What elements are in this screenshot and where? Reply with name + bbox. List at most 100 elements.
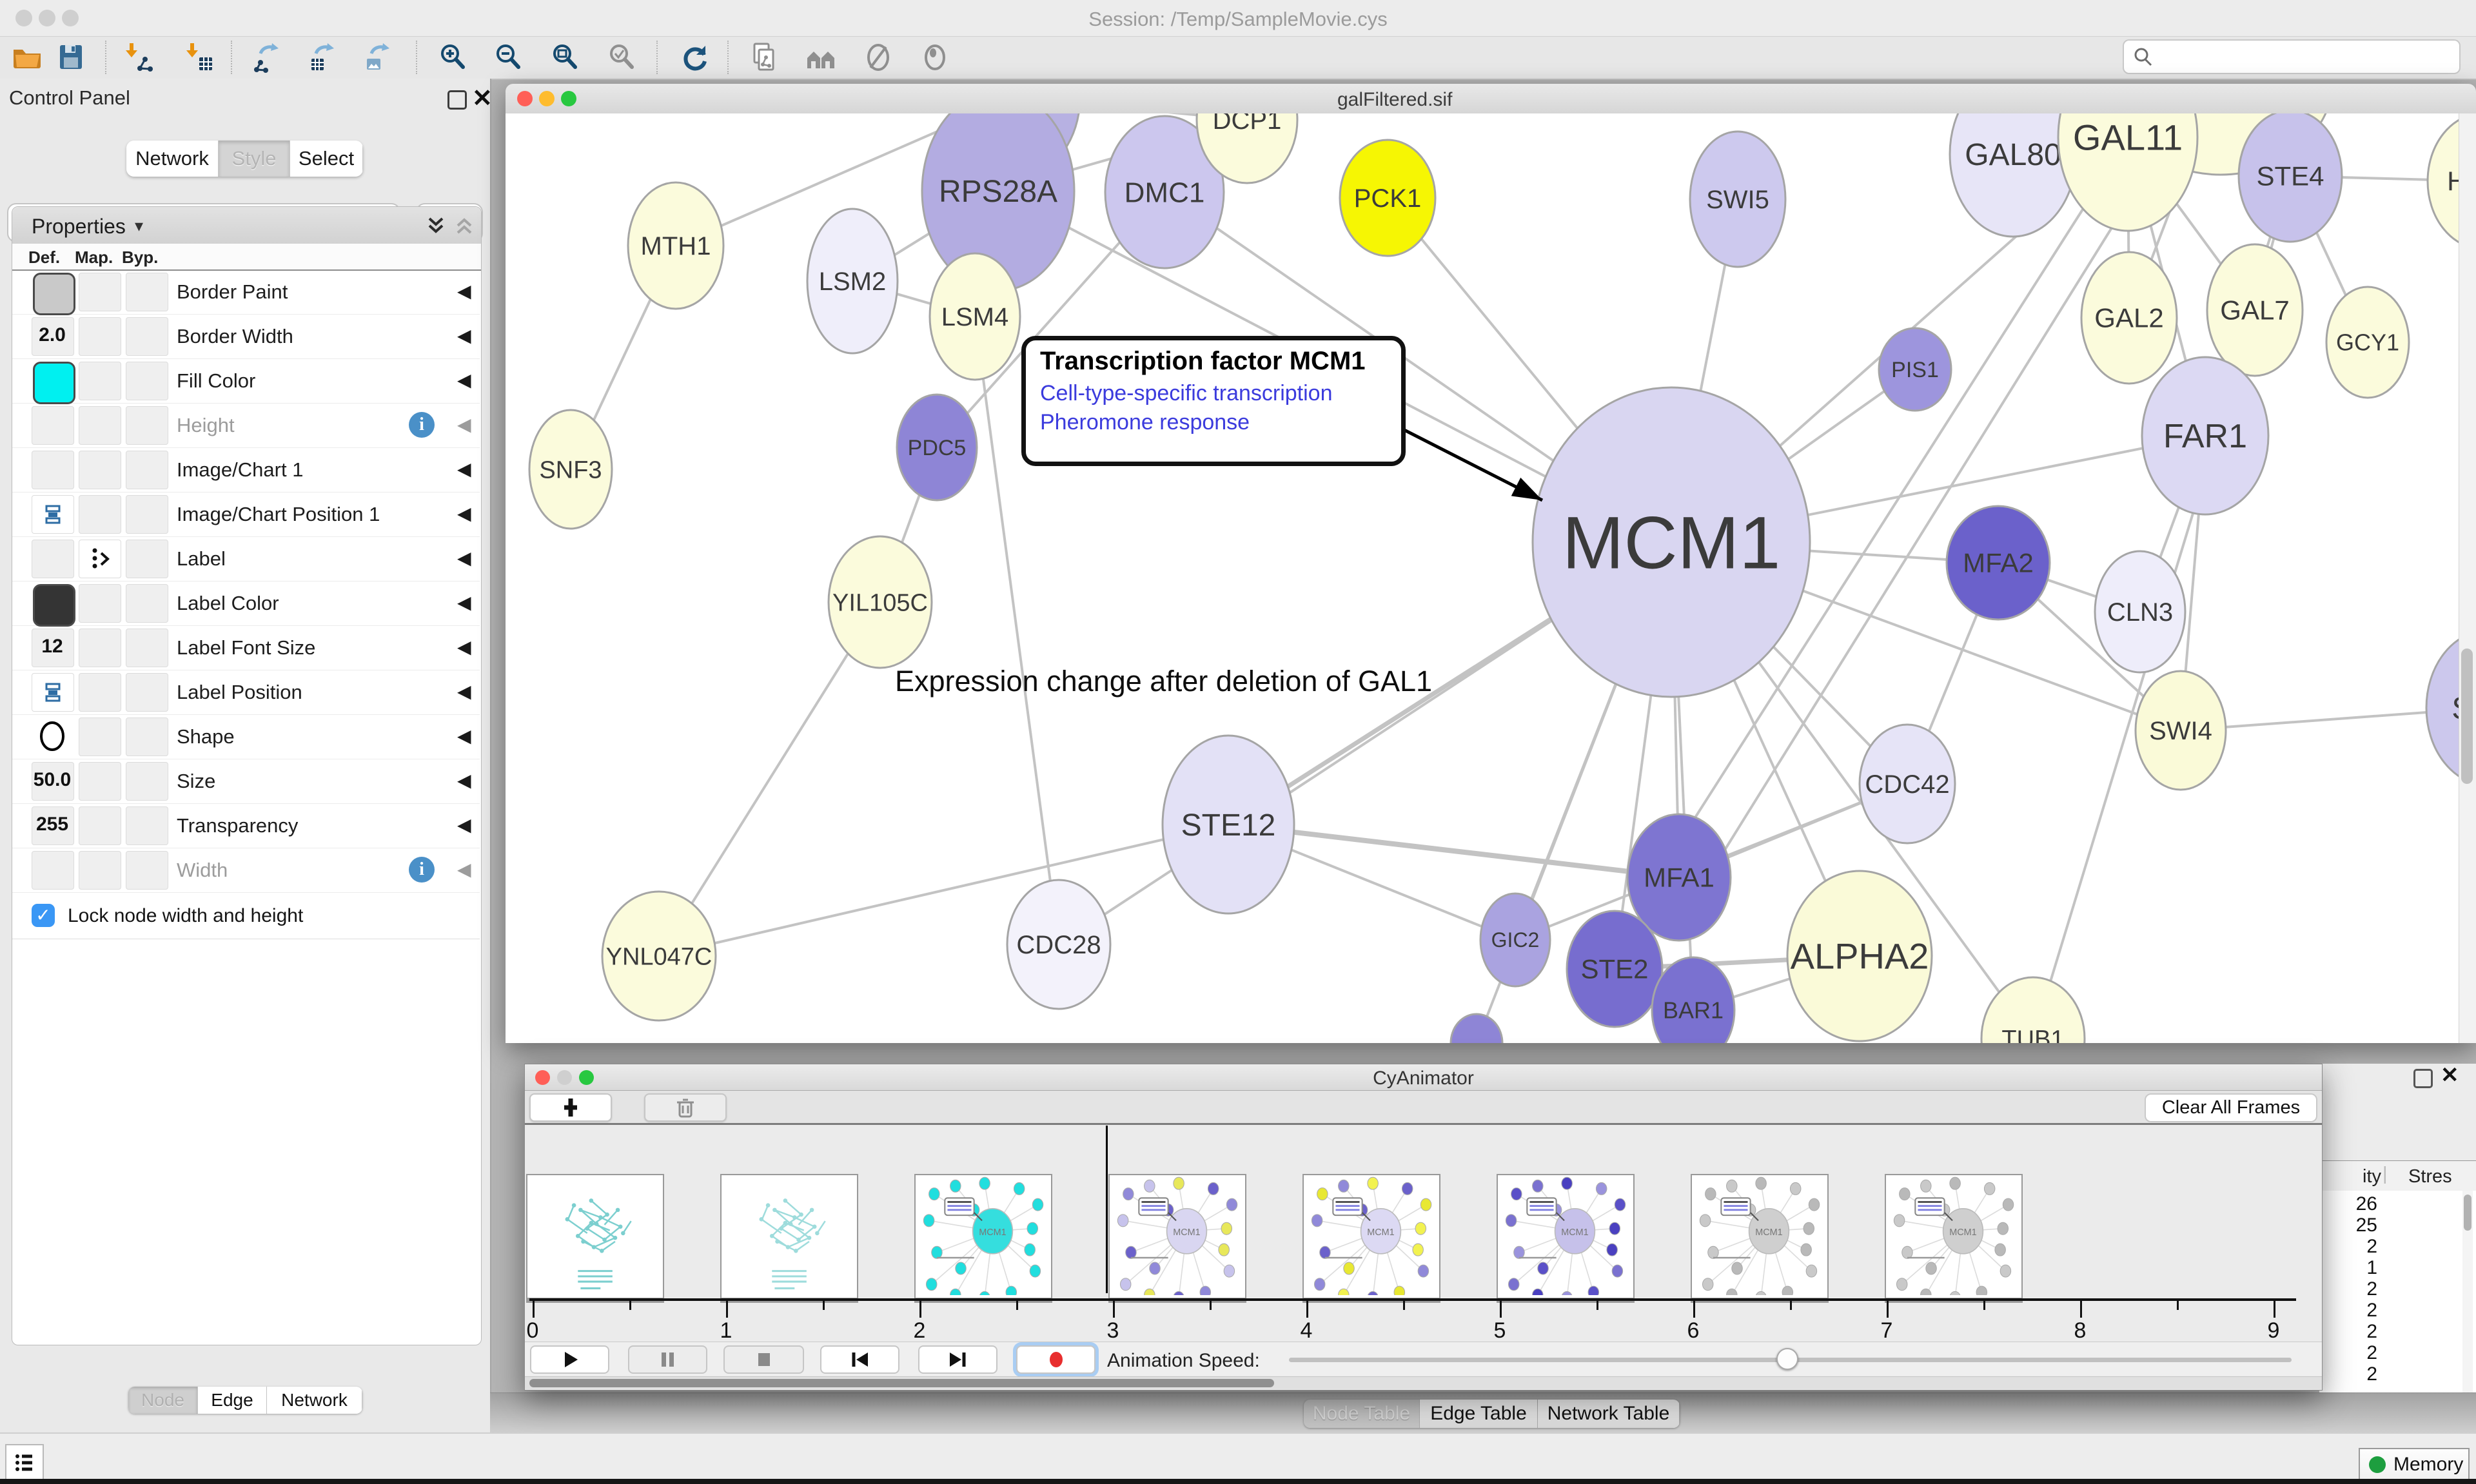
expand-property-icon[interactable]: ◀	[457, 636, 471, 658]
expand-property-icon[interactable]: ◀	[457, 369, 471, 391]
pause-button[interactable]	[628, 1345, 707, 1374]
add-frame-button[interactable]	[529, 1093, 612, 1122]
show-all-icon[interactable]	[919, 42, 950, 73]
network-node-MFA2[interactable]: MFA2	[1947, 506, 2050, 620]
step-forward-button[interactable]	[918, 1345, 997, 1374]
default-swatch[interactable]	[33, 584, 75, 627]
import-network-icon[interactable]	[123, 42, 154, 73]
expand-property-icon[interactable]: ◀	[457, 592, 471, 613]
tab-edge[interactable]: Edge	[198, 1387, 267, 1414]
default-value[interactable]: 255	[31, 814, 74, 835]
network-vertical-scrollbar[interactable]	[2459, 113, 2476, 1043]
show-panels-button[interactable]	[5, 1444, 44, 1481]
export-table-icon[interactable]	[308, 42, 339, 73]
expand-property-icon[interactable]: ◀	[457, 414, 471, 435]
network-canvas[interactable]: RPS28ADMC1DCP1PCK1MTH1LSM2LSM4SWI5GAL80G…	[506, 113, 2476, 1043]
window-close-icon[interactable]	[517, 91, 533, 106]
record-button[interactable]	[1016, 1345, 1096, 1374]
expand-property-icon[interactable]: ◀	[457, 547, 471, 569]
clone-network-icon[interactable]	[749, 42, 780, 73]
play-button[interactable]	[530, 1345, 609, 1374]
property-row-label[interactable]: Label◀	[12, 536, 480, 581]
first-neighbors-icon[interactable]	[805, 42, 836, 73]
network-window-titlebar[interactable]: galFiltered.sif	[506, 84, 2476, 114]
expand-property-icon[interactable]: ◀	[457, 770, 471, 791]
animation-frame-7[interactable]: MCM1	[1885, 1174, 2023, 1299]
open-session-icon[interactable]	[12, 42, 43, 73]
network-node-CDC28[interactable]: CDC28	[1007, 880, 1110, 1009]
network-node-CLN3[interactable]: CLN3	[2095, 551, 2185, 672]
animation-frame-6[interactable]: MCM1	[1691, 1174, 1829, 1299]
network-node-LSM2[interactable]: LSM2	[807, 209, 898, 353]
tab-network[interactable]: Network	[267, 1387, 362, 1414]
animation-frame-3[interactable]: MCM1	[1108, 1174, 1246, 1299]
property-row-label-color[interactable]: Label Color◀	[12, 581, 480, 626]
export-network-icon[interactable]	[253, 42, 284, 73]
network-node-GCY1[interactable]: GCY1	[2326, 287, 2409, 398]
default-swatch[interactable]	[33, 362, 75, 404]
window-zoom-icon[interactable]	[561, 91, 576, 106]
zoom-in-icon[interactable]	[438, 42, 469, 73]
property-row-image-chart-1[interactable]: Image/Chart 1◀	[12, 447, 480, 493]
cyanimator-titlebar[interactable]: CyAnimator	[525, 1064, 2322, 1091]
property-row-transparency[interactable]: 255Transparency◀	[12, 803, 480, 848]
memory-button[interactable]: Memory	[2359, 1448, 2470, 1481]
animation-frame-4[interactable]: MCM1	[1302, 1174, 1440, 1299]
tab-style[interactable]: Style	[219, 141, 290, 177]
default-swatch[interactable]	[33, 273, 75, 315]
tab-node-table[interactable]: Node Table	[1304, 1400, 1420, 1428]
search-input[interactable]	[2159, 43, 2451, 69]
property-row-shape[interactable]: Shape◀	[12, 714, 480, 759]
window-minimize-icon[interactable]	[539, 91, 555, 106]
network-node-MCM1[interactable]: MCM1	[1533, 387, 1810, 697]
expand-property-icon[interactable]: ◀	[457, 458, 471, 480]
network-node-SWI5[interactable]: SWI5	[1690, 132, 1785, 267]
float-panel-icon[interactable]	[447, 90, 467, 110]
zoom-out-icon[interactable]	[493, 42, 524, 73]
network-node-SWI4[interactable]: SWI4	[2136, 671, 2226, 790]
lock-dimensions-checkbox[interactable]: ✓	[32, 904, 55, 927]
property-row-label-font-size[interactable]: 12Label Font Size◀	[12, 625, 480, 670]
property-row-border-paint[interactable]: Border Paint◀	[12, 269, 480, 315]
expand-property-icon[interactable]: ◀	[457, 503, 471, 524]
tab-edge-table[interactable]: Edge Table	[1420, 1400, 1538, 1428]
hide-selected-icon[interactable]	[863, 42, 894, 73]
animation-frame-0[interactable]	[526, 1174, 664, 1299]
expand-property-icon[interactable]: ◀	[457, 280, 471, 302]
tab-network[interactable]: Network	[126, 141, 219, 177]
clear-all-frames-button[interactable]: Clear All Frames	[2145, 1093, 2317, 1122]
refresh-icon[interactable]	[680, 42, 711, 73]
cyanimator-hscrollbar[interactable]	[525, 1376, 2322, 1389]
network-node-PCK1[interactable]: PCK1	[1340, 140, 1435, 256]
table-scrollbar[interactable]	[2462, 1191, 2473, 1392]
expand-property-icon[interactable]: ◀	[457, 814, 471, 835]
default-value[interactable]: 2.0	[31, 324, 74, 346]
annotation-link[interactable]: Pheromone response	[1040, 410, 1401, 435]
annotation-link[interactable]: Cell-type-specific transcription	[1040, 381, 1401, 406]
import-table-icon[interactable]	[184, 42, 215, 73]
close-panel-icon[interactable]: ✕	[472, 84, 493, 113]
network-node-GIC2[interactable]: GIC2	[1480, 893, 1550, 986]
network-node-YNL047C[interactable]: YNL047C	[602, 892, 716, 1020]
network-node-SNF3[interactable]: SNF3	[529, 410, 612, 529]
network-node-BAR1[interactable]: BAR1	[1652, 957, 1734, 1043]
zoom-selected-icon[interactable]	[607, 42, 638, 73]
network-node-PIS1[interactable]: PIS1	[1879, 328, 1951, 411]
network-node-NODE_S[interactable]	[1451, 1014, 1502, 1043]
default-value[interactable]: 50.0	[31, 769, 74, 791]
property-row-size[interactable]: 50.0Size◀	[12, 759, 480, 804]
property-row-fill-color[interactable]: Fill Color◀	[12, 358, 480, 404]
delete-frame-button[interactable]	[644, 1093, 727, 1122]
tab-select[interactable]: Select	[290, 141, 363, 177]
network-node-PDC5[interactable]: PDC5	[897, 395, 977, 500]
expand-property-icon[interactable]: ◀	[457, 681, 471, 702]
property-row-image-chart-position-1[interactable]: Image/Chart Position 1◀	[12, 492, 480, 537]
save-session-icon[interactable]	[55, 42, 86, 73]
network-node-STE12[interactable]: STE12	[1163, 736, 1294, 913]
timeline-playhead[interactable]	[1106, 1126, 1108, 1293]
network-caption[interactable]: Expression change after deletion of GAL1	[895, 665, 1432, 698]
tab-node[interactable]: Node	[128, 1387, 198, 1414]
info-icon[interactable]: i	[409, 857, 435, 883]
network-node-STE4[interactable]: STE4	[2239, 113, 2342, 242]
network-node-GAL2[interactable]: GAL2	[2081, 252, 2177, 384]
